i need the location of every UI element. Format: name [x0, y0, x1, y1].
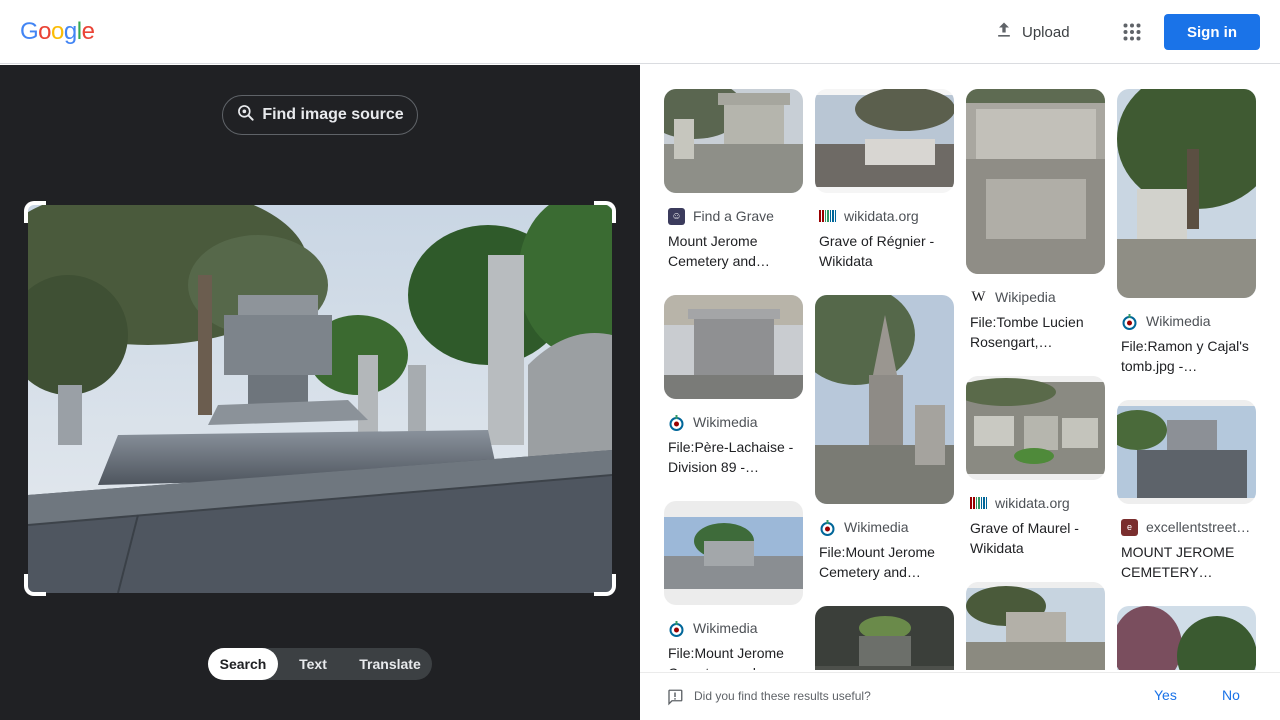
sign-in-button[interactable]: Sign in: [1164, 14, 1260, 50]
result-card[interactable]: [815, 606, 954, 670]
excellentstreet-icon: e: [1121, 518, 1138, 536]
feedback-bar: Did you find these results useful? Yes N…: [640, 672, 1280, 720]
result-source: wikidata.org: [966, 492, 1105, 514]
result-card[interactable]: [966, 582, 1105, 670]
result-source: e excellentstreet…: [1117, 516, 1256, 538]
results-column: Wikimedia File:Ramon y Cajal's tomb.jpg …: [1117, 89, 1256, 670]
query-image[interactable]: [28, 205, 612, 593]
result-card[interactable]: ☺ Find a Grave Mount Jerome Cemetery and…: [664, 89, 803, 271]
logo-letter: o: [38, 18, 52, 45]
result-source-label: wikidata.org: [844, 208, 919, 224]
wikimedia-icon: [1121, 313, 1138, 330]
result-card[interactable]: W Wikipedia File:Tombe Lucien Rosengart,…: [966, 89, 1105, 352]
feedback-icon: [666, 688, 684, 711]
crop-handle-top-right[interactable]: [594, 201, 616, 223]
result-card[interactable]: e excellentstreet… MOUNT JEROME CEMETERY…: [1117, 400, 1256, 582]
lens-search-icon: [236, 103, 256, 128]
result-title[interactable]: Grave of Maurel - Wikidata: [966, 518, 1105, 558]
result-source: Wikimedia: [664, 617, 803, 639]
apps-grid-icon[interactable]: [1114, 14, 1150, 50]
result-title[interactable]: File:Père-Lachaise - Division 89 -…: [664, 437, 803, 477]
results-column: W Wikipedia File:Tombe Lucien Rosengart,…: [966, 89, 1105, 670]
result-title[interactable]: File:Mount Jerome Cemetery and…: [664, 643, 803, 670]
logo-letter: G: [20, 18, 39, 45]
result-source-label: Find a Grave: [693, 208, 774, 224]
result-card[interactable]: Wikimedia File:Ramon y Cajal's tomb.jpg …: [1117, 89, 1256, 376]
result-title[interactable]: File:Tombe Lucien Rosengart,…: [966, 312, 1105, 352]
result-card[interactable]: wikidata.org Grave of Maurel - Wikidata: [966, 376, 1105, 558]
crop-handle-bottom-right[interactable]: [594, 574, 616, 596]
query-image-panel: Find image source Search Text Translate: [0, 65, 640, 720]
google-logo[interactable]: Google: [20, 18, 95, 46]
result-card[interactable]: Wikimedia File:Mount Jerome Cemetery and…: [815, 295, 954, 582]
visual-matches-grid: ☺ Find a Grave Mount Jerome Cemetery and…: [640, 65, 1280, 670]
result-card[interactable]: [1117, 606, 1256, 670]
upload-label: Upload: [1022, 23, 1070, 41]
logo-letter: g: [63, 18, 77, 45]
tab-search[interactable]: Search: [208, 648, 278, 680]
find-image-source-label: Find image source: [262, 106, 404, 123]
feedback-question: Did you find these results useful?: [694, 689, 871, 703]
wikipedia-icon: W: [971, 288, 986, 305]
findagrave-icon: ☺: [668, 207, 685, 225]
result-source: Wikimedia: [1117, 310, 1256, 332]
result-thumbnail[interactable]: [1117, 606, 1256, 670]
result-card[interactable]: Wikimedia File:Père-Lachaise - Division …: [664, 295, 803, 477]
tab-text[interactable]: Text: [278, 648, 348, 680]
result-thumbnail[interactable]: [1117, 400, 1256, 504]
logo-letter: o: [51, 18, 64, 45]
result-thumbnail[interactable]: [966, 582, 1105, 670]
find-image-source-button[interactable]: Find image source: [222, 95, 418, 135]
results-column: wikidata.org Grave of Régnier - Wikidata…: [815, 89, 954, 670]
result-source: Wikimedia: [815, 516, 954, 538]
wikimedia-icon: [668, 620, 685, 637]
result-source-label: Wikimedia: [1146, 313, 1211, 329]
wikidata-icon: [819, 208, 836, 225]
result-thumbnail[interactable]: [966, 376, 1105, 480]
result-thumbnail[interactable]: [815, 606, 954, 670]
upload-icon: [994, 20, 1014, 44]
feedback-yes-button[interactable]: Yes: [1154, 687, 1177, 703]
result-title[interactable]: Grave of Régnier - Wikidata: [815, 231, 954, 271]
result-source-label: wikidata.org: [995, 495, 1070, 511]
result-thumbnail[interactable]: [815, 89, 954, 193]
crop-handle-bottom-left[interactable]: [24, 574, 46, 596]
upload-button[interactable]: Upload: [984, 14, 1080, 50]
wikimedia-icon: [668, 414, 685, 431]
result-title[interactable]: File:Mount Jerome Cemetery and…: [815, 542, 954, 582]
result-source-label: Wikimedia: [693, 414, 758, 430]
result-source-label: Wikimedia: [844, 519, 909, 535]
result-source-label: Wikipedia: [995, 289, 1056, 305]
mode-tabs: Search Text Translate: [208, 648, 432, 680]
result-source: wikidata.org: [815, 205, 954, 227]
result-source-label: Wikimedia: [693, 620, 758, 636]
result-title[interactable]: Mount Jerome Cemetery and…: [664, 231, 803, 271]
wikimedia-icon: [819, 519, 836, 536]
result-thumbnail[interactable]: [1117, 89, 1256, 298]
results-column: ☺ Find a Grave Mount Jerome Cemetery and…: [664, 89, 803, 670]
result-title[interactable]: MOUNT JEROME CEMETERY…: [1117, 542, 1256, 582]
result-title[interactable]: File:Ramon y Cajal's tomb.jpg -…: [1117, 336, 1256, 376]
feedback-no-button[interactable]: No: [1222, 687, 1240, 703]
wikidata-icon: [970, 495, 987, 512]
crop-handle-top-left[interactable]: [24, 201, 46, 223]
result-source: ☺ Find a Grave: [664, 205, 803, 227]
top-bar: Google Upload Sign in: [0, 0, 1280, 64]
result-thumbnail[interactable]: [664, 295, 803, 399]
result-card[interactable]: Wikimedia File:Mount Jerome Cemetery and…: [664, 501, 803, 670]
logo-letter: e: [81, 18, 95, 45]
result-card[interactable]: wikidata.org Grave of Régnier - Wikidata: [815, 89, 954, 271]
result-source: Wikimedia: [664, 411, 803, 433]
result-thumbnail[interactable]: [815, 295, 954, 504]
result-source-label: excellentstreet…: [1146, 519, 1251, 535]
result-source: W Wikipedia: [966, 286, 1105, 308]
result-thumbnail[interactable]: [664, 89, 803, 193]
tab-translate[interactable]: Translate: [348, 648, 432, 680]
result-thumbnail[interactable]: [664, 501, 803, 605]
result-thumbnail[interactable]: [966, 89, 1105, 274]
